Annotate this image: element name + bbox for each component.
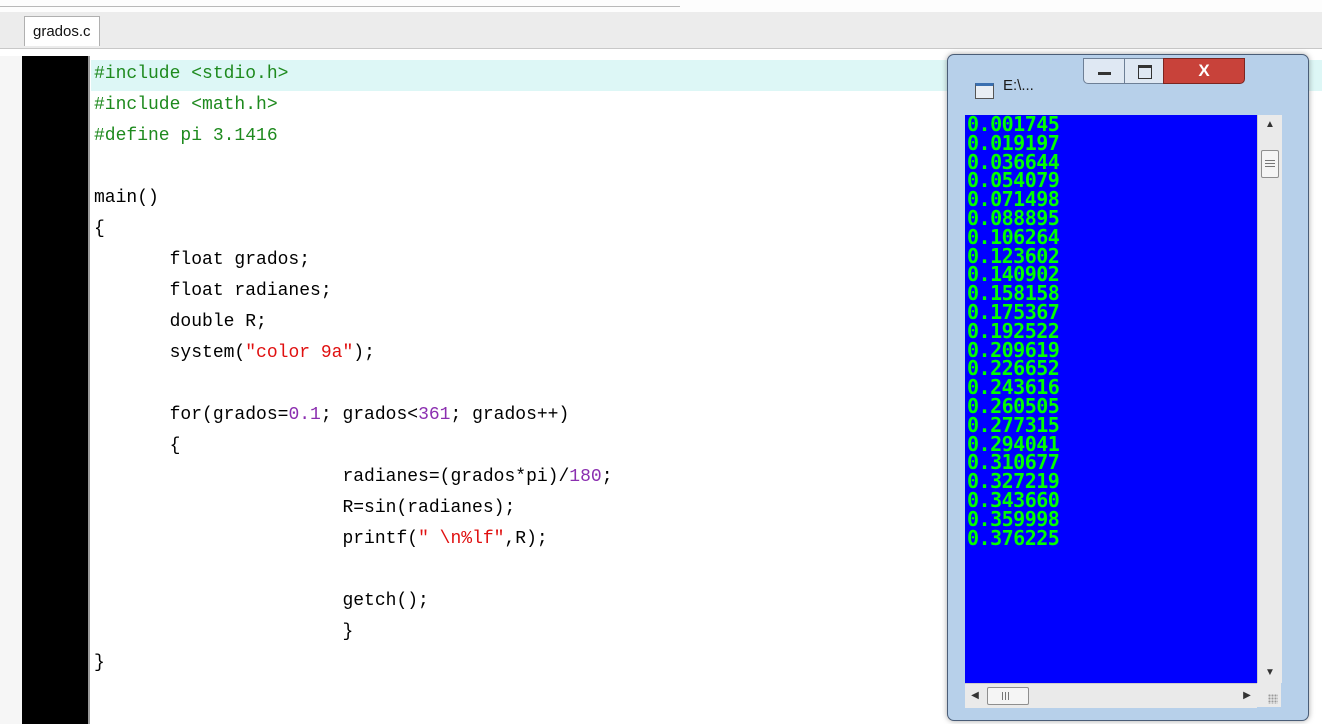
code-token: ; grados++) — [450, 405, 570, 425]
code-token: main() — [94, 188, 159, 208]
grip-icon — [1002, 692, 1003, 700]
code-token: { — [94, 219, 105, 239]
code-token: } — [94, 622, 354, 642]
code-token: 361 — [418, 405, 451, 425]
minimize-button[interactable] — [1083, 58, 1125, 84]
maximize-button[interactable] — [1124, 58, 1164, 84]
maximize-icon — [1138, 65, 1152, 79]
horizontal-scrollbar[interactable]: ◀ ▶ — [965, 683, 1257, 708]
code-token: float radianes; — [94, 281, 332, 301]
vertical-scrollbar[interactable]: ▲ ▼ — [1257, 115, 1282, 683]
code-token: system( — [94, 343, 246, 363]
close-icon: X — [1198, 61, 1210, 80]
code-token: float grados; — [94, 250, 311, 270]
code-token: ); — [353, 343, 375, 363]
code-token: { — [94, 436, 181, 456]
code-token: radianes=(grados*pi)/ — [94, 467, 570, 487]
vertical-scroll-thumb[interactable] — [1261, 150, 1279, 178]
code-token: printf( — [94, 529, 419, 549]
code-token: ; grados< — [320, 405, 419, 425]
code-token: 0.1 — [288, 405, 321, 425]
code-token: #include <math.h> — [94, 95, 278, 115]
code-token: ; — [601, 467, 613, 487]
close-button[interactable]: X — [1163, 58, 1245, 84]
code-token: } — [94, 653, 105, 673]
divider — [0, 6, 680, 7]
scroll-down-arrow-icon[interactable]: ▼ — [1258, 663, 1282, 683]
code-token: R=sin(radianes); — [94, 498, 516, 518]
top-strip — [0, 0, 1322, 12]
output-line: 0.376225 — [967, 525, 1060, 550]
console-output: 0.001745 0.019197 0.036644 0.054079 0.071498… — [965, 115, 1257, 683]
console-titlebar[interactable]: E:\... X — [948, 55, 1308, 115]
console-title: E:\... — [1003, 77, 1034, 94]
code-token: #define pi 3.1416 — [94, 126, 278, 146]
grip-icon — [1265, 160, 1275, 161]
minimize-icon — [1098, 72, 1111, 75]
code-token: " \n%lf" — [418, 529, 505, 549]
line-gutter — [22, 56, 88, 724]
code-token: "color 9a" — [245, 343, 354, 363]
code-token: 180 — [569, 467, 602, 487]
code-token: getch(); — [94, 591, 429, 611]
scroll-right-arrow-icon[interactable]: ▶ — [1237, 684, 1257, 708]
tab-grados-c[interactable]: grados.c — [24, 16, 100, 46]
code-token: ,R); — [504, 529, 548, 549]
code-token: double R; — [94, 312, 267, 332]
code-token: #include <stdio.h> — [94, 64, 289, 84]
code-token: for(grados= — [94, 405, 289, 425]
gutter-divider — [88, 56, 90, 724]
console-window[interactable]: E:\... X 0.001745 0.019197 0.036644 0.05407… — [947, 54, 1309, 721]
editor-margin — [0, 56, 22, 724]
tab-bar: grados.c — [0, 12, 1322, 49]
scroll-up-arrow-icon[interactable]: ▲ — [1258, 115, 1282, 135]
resize-grip-icon — [1268, 694, 1278, 704]
resize-corner[interactable] — [1257, 683, 1281, 707]
console-window-icon — [975, 83, 994, 99]
horizontal-scroll-thumb[interactable] — [987, 687, 1029, 705]
scroll-left-arrow-icon[interactable]: ◀ — [965, 684, 985, 708]
